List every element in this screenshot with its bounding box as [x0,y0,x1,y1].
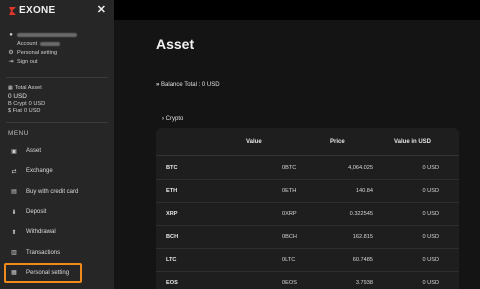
account-email-row: ● [8,30,108,39]
sidebar-item-exchange[interactable]: ⇄ Exchange [0,161,114,181]
sidebar-item-personal-setting[interactable]: ▦ Personal setting [4,262,82,284]
coin-value: 0LTC [282,257,296,263]
sidebar-item-label: Asset [26,148,42,155]
sidebar-item-label: Personal setting [26,269,70,276]
sidebar-item-buy-credit-card[interactable]: ▤ Buy with credit card [0,182,114,202]
coin-symbol: EOS [166,280,178,286]
page-title: Asset [156,36,195,52]
total-asset-value: 0 USD [8,92,27,100]
calendar-icon: ▦ [11,270,17,277]
coin-value: 0BCH [282,234,297,240]
sign-out-icon: ⇥ [8,59,14,65]
brand-logo[interactable]: EXONE [8,5,56,16]
account-label: Account [17,40,38,47]
chart-icon: ▥ [11,250,17,257]
personal-setting-label: Personal setting [17,49,58,56]
crypto-table: Value Price Value in USD BTC 0BTC 4,064.… [156,128,459,289]
coin-price: 0.322545 [349,211,373,217]
sidebar-item-label: Buy with credit card [26,188,79,195]
logo-mark-icon [9,6,16,15]
coin-price: 60.7485 [352,257,373,263]
main-content: Asset » Balance Total : 0 USD › Crypto V… [114,20,480,289]
coin-value-usd: 0 USD [422,165,439,171]
total-asset-box: ▦ Total Asset 0 USD B Crypt 0 USD $ Fiat… [8,84,108,114]
sidebar-item-label: Exchange [26,168,53,175]
sidebar-item-label: Transactions [26,249,61,256]
divider [6,122,108,123]
sidebar-item-asset[interactable]: ▣ Asset [0,141,114,161]
deposit-icon: ⬇ [11,209,17,216]
total-asset-label: Total Asset [14,85,42,91]
balance-total-text: Balance Total : 0 USD [161,82,220,88]
sidebar-menu: ▣ Asset ⇄ Exchange ▤ Buy with credit car… [0,141,114,284]
crypto-section-label: Crypto [165,116,184,122]
coin-value-usd: 0 USD [422,280,439,286]
account-block: ● Account ⚙ Personal setting ⇥ Sign out [8,30,108,66]
fiat-asset-value: 0 USD [24,108,41,114]
coin-value: 0ETH [282,188,297,194]
wallet-icon: ▣ [11,148,17,155]
sidebar-item-deposit[interactable]: ⬇ Deposit [0,202,114,222]
table-row: ETH 0ETH 140.84 0 USD [156,180,459,203]
coin-value: 0BTC [282,165,297,171]
account-id-row: Account [8,39,108,48]
brand-name: EXONE [19,5,56,16]
close-icon[interactable]: ✕ [97,3,106,16]
table-header: Value Price Value in USD [156,128,459,156]
coin-symbol: XRP [166,211,178,217]
sidebar-item-label: Deposit [26,209,47,216]
personal-setting-link[interactable]: ⚙ Personal setting [8,48,108,57]
coin-value-usd: 0 USD [422,188,439,194]
crypto-section-toggle[interactable]: › Crypto [162,116,183,122]
coin-symbol: LTC [166,257,177,263]
coin-symbol: ETH [166,188,178,194]
menu-title: MENU [8,130,29,137]
sidebar: EXONE ✕ ● Account ⚙ Personal setting ⇥ S… [0,0,114,289]
coin-price: 162.815 [352,234,373,240]
gear-icon: ⚙ [8,50,14,56]
fiat-asset-row: $ Fiat 0 USD [8,108,108,114]
coin-value-usd: 0 USD [422,234,439,240]
divider [6,77,108,78]
coin-price: 140.84 [355,188,373,194]
column-header-price: Price [330,139,345,145]
sidebar-item-transactions[interactable]: ▥ Transactions [0,242,114,262]
exchange-icon: ⇄ [11,168,17,175]
sidebar-header: EXONE ✕ [0,0,114,22]
coin-value-usd: 0 USD [422,211,439,217]
coin-value-usd: 0 USD [422,257,439,263]
crypto-asset-value: 0 USD [28,101,46,107]
table-row: EOS 0EOS 3.7938 0 USD [156,272,459,289]
fiat-asset-label: $ Fiat [8,108,22,114]
coin-value: 0EOS [282,280,297,286]
total-asset-row: ▦ Total Asset [8,84,108,92]
chevron-right-icon: › [162,116,164,122]
coin-symbol: BCH [166,234,179,240]
crypto-asset-label: B Crypt [8,101,27,107]
total-asset-icon: ▦ [8,85,13,91]
table-row: XRP 0XRP 0.322545 0 USD [156,203,459,226]
double-chevron-icon: » [156,82,160,88]
column-header-value: Value [246,139,262,145]
sidebar-item-withdrawal[interactable]: ⬆ Withdrawal [0,222,114,242]
coin-price: 4,064.025 [348,165,373,171]
column-header-value-usd: Value in USD [394,139,432,145]
coin-price: 3.7938 [355,280,373,286]
sidebar-item-label: Withdrawal [26,229,56,236]
user-icon: ● [9,31,13,38]
table-row: BCH 0BCH 162.815 0 USD [156,226,459,249]
sign-out-label: Sign out [17,58,38,65]
crypto-asset-row: B Crypt 0 USD [8,100,108,108]
balance-total: » Balance Total : 0 USD [156,82,220,88]
account-id [40,41,61,46]
sign-out-link[interactable]: ⇥ Sign out [8,57,108,66]
coin-symbol: BTC [166,165,178,171]
table-row: BTC 0BTC 4,064.025 0 USD [156,157,459,180]
coin-value: 0XRP [282,211,297,217]
cart-icon: ▤ [11,189,17,196]
account-email [17,32,77,37]
table-row: LTC 0LTC 60.7485 0 USD [156,249,459,272]
top-bar [114,0,480,20]
withdrawal-icon: ⬆ [11,229,17,236]
